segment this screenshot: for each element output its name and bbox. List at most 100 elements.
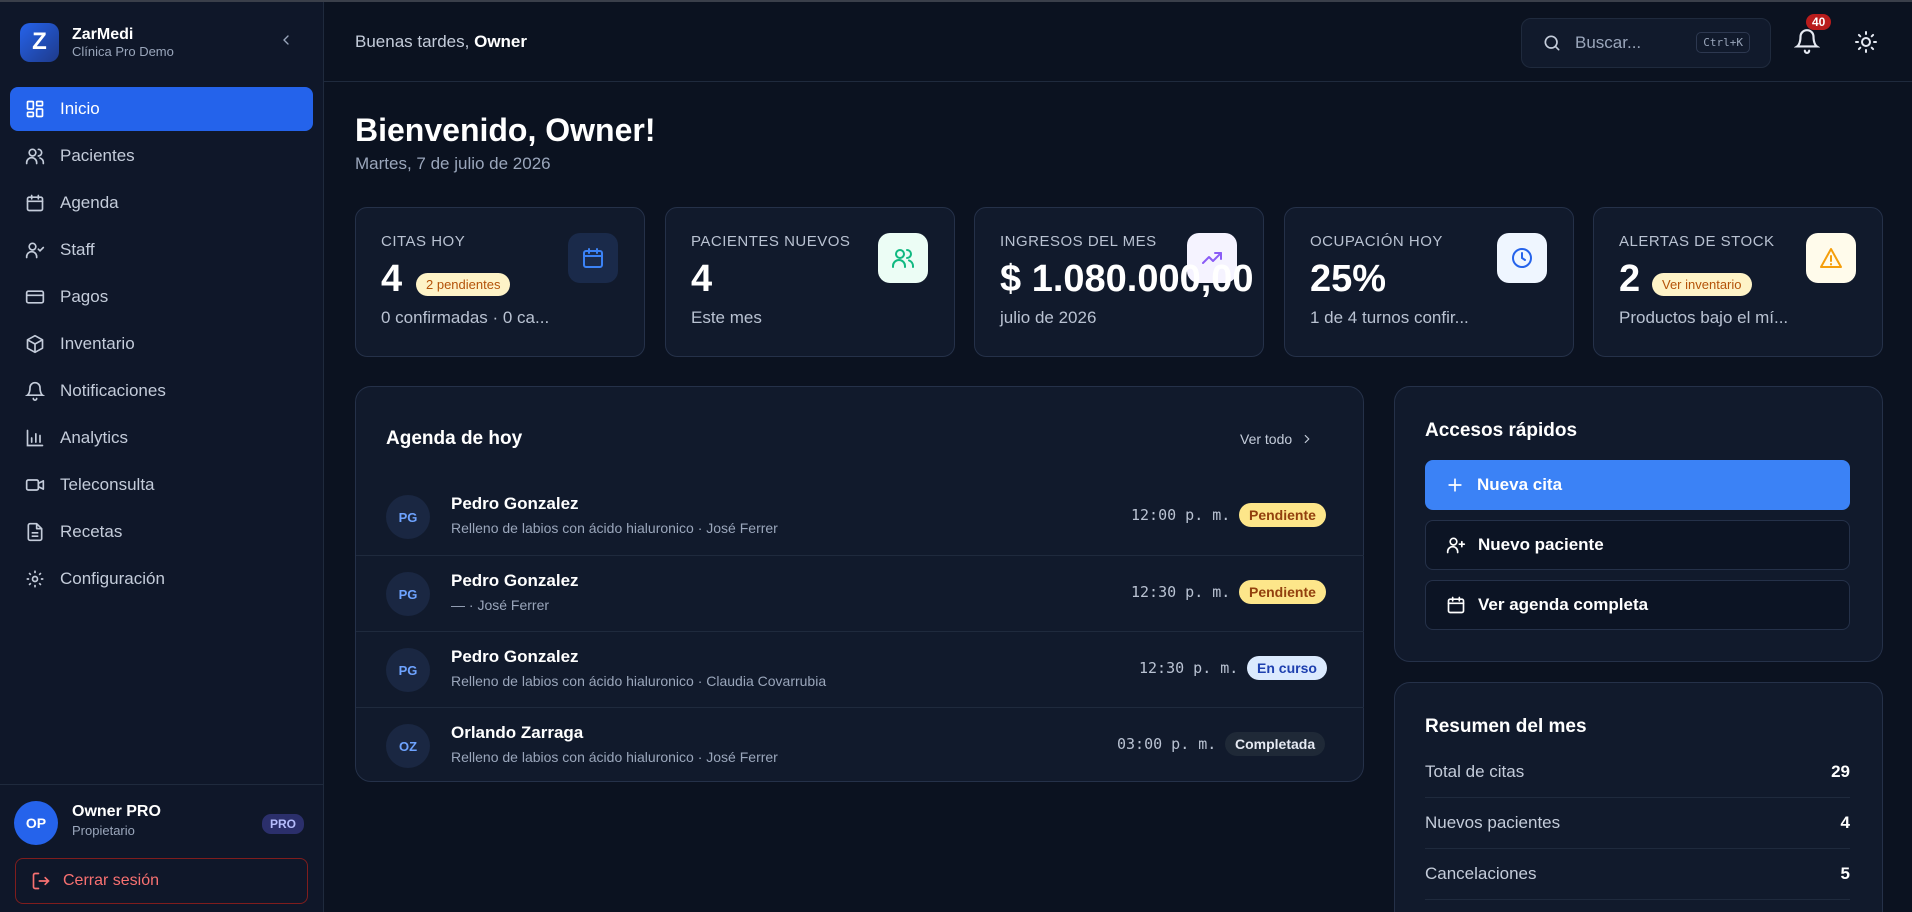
bell-icon: [25, 381, 45, 401]
kpi-card-ocupacion[interactable]: OCUPACIÓN HOY 25% 1 de 4 turnos confir..…: [1284, 207, 1574, 357]
table-row[interactable]: PG Pedro Gonzalez Relleno de labios con …: [356, 631, 1364, 707]
users-icon: [878, 233, 928, 283]
sidebar-item-pacientes[interactable]: Pacientes: [10, 134, 313, 178]
search-shortcut: Ctrl+K: [1696, 32, 1750, 53]
sidebar-item-agenda[interactable]: Agenda: [10, 181, 313, 225]
patient-name: Pedro Gonzalez: [451, 494, 579, 513]
sidebar-item-teleconsulta[interactable]: Teleconsulta: [10, 463, 313, 507]
kpi-value: $ 1.080.000,00: [1000, 258, 1254, 300]
credit-card-icon: [25, 290, 45, 304]
sidebar-item-configuracion[interactable]: Configuración: [10, 557, 313, 601]
bar-chart-icon: [26, 429, 44, 447]
kpi-value: 2: [1619, 258, 1641, 300]
summary-row: Cancelaciones 5: [1425, 850, 1850, 900]
full-agenda-button[interactable]: Ver agenda completa: [1425, 580, 1850, 630]
view-all-label: Ver todo: [1240, 431, 1293, 447]
status-badge: Pendiente: [1239, 503, 1326, 527]
sidebar-item-label: Staff: [60, 240, 95, 259]
sidebar-item-recetas[interactable]: Recetas: [10, 510, 313, 554]
kpi-label: CITAS HOY: [381, 233, 466, 250]
sidebar-item-label: Configuración: [60, 569, 165, 588]
view-inventory-pill[interactable]: Ver inventario: [1652, 273, 1752, 296]
appointment-description: — · José Ferrer: [451, 597, 550, 613]
appointment-time: 12:30 p. m.: [1131, 583, 1231, 601]
new-patient-button[interactable]: Nuevo paciente: [1425, 520, 1850, 570]
app-name: ZarMedi: [72, 25, 134, 43]
appointment-description: Relleno de labios con ácido hialuronico …: [451, 673, 827, 689]
sidebar-item-label: Notificaciones: [60, 381, 166, 400]
sidebar-item-label: Pagos: [60, 287, 109, 306]
table-row[interactable]: PG Pedro Gonzalez Relleno de labios con …: [356, 479, 1364, 555]
kpi-card-alertas-stock[interactable]: ALERTAS DE STOCK 2 Ver inventario Produc…: [1593, 207, 1883, 357]
kpi-label: ALERTAS DE STOCK: [1619, 233, 1775, 250]
calendar-icon: [26, 194, 44, 212]
brand[interactable]: Z ZarMedi Clínica Pro Demo: [20, 22, 174, 62]
kpi-subtext: 1 de 4 turnos confir...: [1310, 308, 1469, 327]
sidebar: Z ZarMedi Clínica Pro Demo Inicio Pacien…: [0, 2, 324, 912]
avatar: OZ: [386, 724, 430, 768]
sidebar-item-label: Teleconsulta: [60, 475, 155, 494]
kpi-card-pacientes-nuevos[interactable]: PACIENTES NUEVOS 4 Este mes: [665, 207, 955, 357]
agenda-panel: Agenda de hoy Ver todo PG Pedro Gonzalez…: [355, 386, 1364, 782]
user-plus-icon: [1446, 537, 1466, 554]
sidebar-item-analytics[interactable]: Analytics: [10, 416, 313, 460]
theme-toggle-sun-icon[interactable]: [1854, 30, 1878, 54]
user-profile: OP Owner PRO Propietario PRO Cerrar sesi…: [0, 784, 324, 912]
patient-name: Orlando Zarraga: [451, 723, 584, 742]
sidebar-nav: Inicio Pacientes Agenda Staff Pagos Inve…: [10, 87, 313, 604]
user-name: Owner PRO: [72, 803, 161, 820]
kpi-subtext: julio de 2026: [1000, 308, 1097, 327]
avatar: PG: [386, 495, 430, 539]
patient-name: Pedro Gonzalez: [451, 647, 579, 666]
sidebar-item-pagos[interactable]: Pagos: [10, 275, 313, 319]
chevron-right-icon: [1304, 434, 1310, 444]
sidebar-item-label: Inventario: [60, 334, 135, 353]
button-label: Ver agenda completa: [1478, 595, 1649, 614]
settings-icon: [26, 570, 44, 588]
clock-icon: [1497, 233, 1547, 283]
kpi-card-ingresos[interactable]: INGRESOS DEL MES $ 1.080.000,00 julio de…: [974, 207, 1264, 357]
search-input[interactable]: Buscar... Ctrl+K: [1521, 18, 1771, 68]
app-subtitle: Clínica Pro Demo: [72, 43, 174, 59]
new-appointment-button[interactable]: Nueva cita: [1425, 460, 1850, 510]
avatar[interactable]: OP: [14, 801, 58, 845]
box-icon: [26, 334, 44, 354]
view-all-link[interactable]: Ver todo: [1240, 431, 1314, 447]
page-title: Bienvenido, Owner!: [355, 112, 656, 148]
logout-button[interactable]: Cerrar sesión: [15, 858, 308, 904]
sidebar-item-notificaciones[interactable]: Notificaciones: [10, 369, 313, 413]
quick-access-panel: Accesos rápidos Nueva cita Nuevo pacient…: [1394, 386, 1883, 662]
current-date: Martes, 7 de julio de 2026: [355, 154, 551, 173]
appointment-description: Relleno de labios con ácido hialuronico …: [451, 520, 778, 536]
pending-pill: 2 pendientes: [416, 273, 511, 296]
sidebar-item-inicio[interactable]: Inicio: [10, 87, 313, 131]
plus-icon: [1448, 478, 1462, 492]
avatar: PG: [386, 648, 430, 692]
summary-row: Nuevos pacientes 4: [1425, 799, 1850, 849]
kpi-subtext: Productos bajo el mí...: [1619, 308, 1789, 327]
sidebar-item-inventario[interactable]: Inventario: [10, 322, 313, 366]
sidebar-item-label: Inicio: [60, 99, 100, 118]
kpi-card-citas-hoy[interactable]: CITAS HOY 4 2 pendientes 0 confirmadas ·…: [355, 207, 645, 357]
kpi-value: 25%: [1310, 258, 1387, 300]
greeting-name: Owner: [474, 32, 527, 51]
table-row[interactable]: PG Pedro Gonzalez — · José Ferrer 12:30 …: [356, 555, 1364, 631]
collapse-sidebar-icon[interactable]: [278, 32, 294, 48]
status-badge: En curso: [1247, 656, 1327, 680]
table-row[interactable]: OZ Orlando Zarraga Relleno de labios con…: [356, 707, 1364, 783]
users-icon: [25, 148, 45, 165]
search-icon: [1544, 35, 1560, 51]
button-label: Nueva cita: [1477, 475, 1563, 494]
sidebar-item-label: Pacientes: [60, 146, 135, 165]
summary-label: Cancelaciones: [1425, 864, 1537, 883]
notifications-bell-icon[interactable]: [1794, 28, 1820, 54]
summary-value: 5: [1840, 864, 1850, 883]
sidebar-item-staff[interactable]: Staff: [10, 228, 313, 272]
quick-access-title: Accesos rápidos: [1425, 420, 1578, 441]
kpi-label: INGRESOS DEL MES: [1000, 233, 1157, 250]
search-placeholder: Buscar...: [1575, 33, 1642, 52]
kpi-subtext: 0 confirmadas · 0 ca...: [381, 308, 550, 327]
alert-triangle-icon: [1806, 233, 1856, 283]
kpi-value: 4: [691, 258, 713, 300]
top-header: Buenas tardes, Owner Buscar... Ctrl+K 40: [324, 2, 1912, 82]
